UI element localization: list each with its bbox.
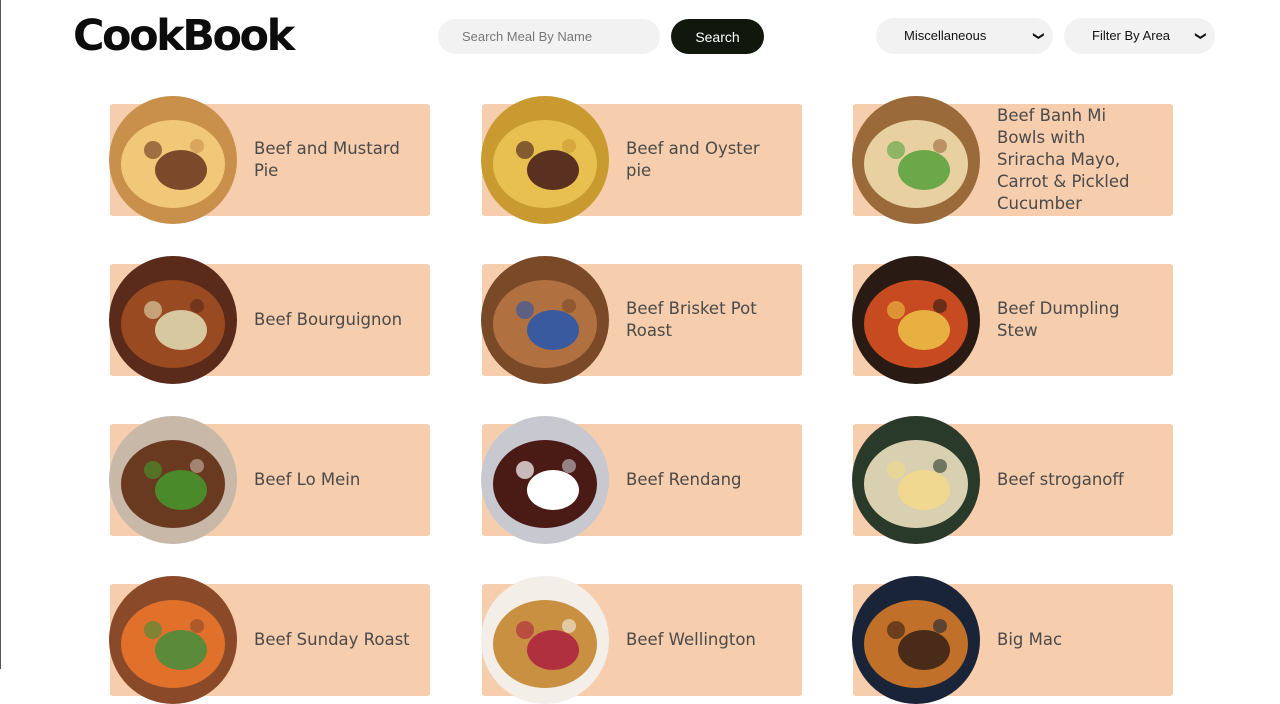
cookbook-logo: CookBook — [73, 11, 295, 61]
meal-thumbnail[interactable] — [109, 256, 237, 384]
meal-name: Beef and Oyster pie — [626, 139, 760, 180]
meal-card[interactable]: Beef Rendang — [481, 416, 802, 544]
search-button[interactable]: Search — [671, 19, 764, 54]
category-select-value: Miscellaneous — [904, 28, 987, 43]
meal-name: Beef Bourguignon — [254, 310, 403, 329]
chevron-down-icon: ❯ — [1032, 31, 1045, 41]
meal-thumbnail[interactable] — [481, 256, 609, 384]
meal-thumbnail[interactable] — [109, 576, 237, 704]
meal-name: Beef Banh Mi Bowls with Sriracha Mayo, C… — [997, 106, 1130, 213]
meal-name: Beef Rendang — [626, 470, 742, 489]
meal-card[interactable]: Beef and Oyster pie — [481, 96, 802, 224]
meal-name: Beef Sunday Roast — [254, 630, 410, 649]
meal-name: Beef stroganoff — [997, 470, 1124, 489]
meal-name: Beef Brisket Pot Roast — [626, 299, 757, 340]
meal-name: Beef and Mustard Pie — [254, 139, 400, 180]
meal-thumbnail[interactable] — [852, 96, 980, 224]
meal-thumbnail[interactable] — [109, 96, 237, 224]
chevron-down-icon: ❯ — [1194, 31, 1207, 41]
meal-card[interactable]: Beef Brisket Pot Roast — [481, 256, 802, 384]
meal-thumbnail[interactable] — [852, 256, 980, 384]
meal-name: Beef Wellington — [626, 630, 756, 649]
meal-thumbnail[interactable] — [481, 416, 609, 544]
meal-card[interactable]: Beef Dumpling Stew — [852, 256, 1173, 384]
meal-card[interactable]: Beef stroganoff — [852, 416, 1173, 544]
search-input[interactable] — [438, 19, 660, 54]
area-select-value: Filter By Area — [1092, 28, 1171, 43]
area-select[interactable]: Filter By Area ❯ — [1064, 18, 1215, 54]
meal-card[interactable]: Beef Bourguignon — [109, 256, 430, 384]
meal-card[interactable]: Big Mac — [852, 576, 1173, 704]
meal-card[interactable]: Beef and Mustard Pie — [109, 96, 430, 224]
meal-name: Beef Lo Mein — [254, 470, 361, 489]
meal-card[interactable]: Beef Banh Mi Bowls with Sriracha Mayo, C… — [852, 96, 1173, 224]
meal-thumbnail[interactable] — [109, 416, 237, 544]
meal-card[interactable]: Beef Wellington — [481, 576, 802, 704]
category-select[interactable]: Miscellaneous ❯ — [876, 18, 1053, 54]
meal-card[interactable]: Beef Sunday Roast — [109, 576, 430, 704]
meal-thumbnail[interactable] — [852, 416, 980, 544]
meal-thumbnail[interactable] — [852, 576, 980, 704]
meal-thumbnail[interactable] — [481, 576, 609, 704]
meal-name: Beef Dumpling Stew — [997, 299, 1120, 340]
meal-card[interactable]: Beef Lo Mein — [109, 416, 430, 544]
meal-name: Big Mac — [997, 630, 1063, 649]
meal-thumbnail[interactable] — [481, 96, 609, 224]
